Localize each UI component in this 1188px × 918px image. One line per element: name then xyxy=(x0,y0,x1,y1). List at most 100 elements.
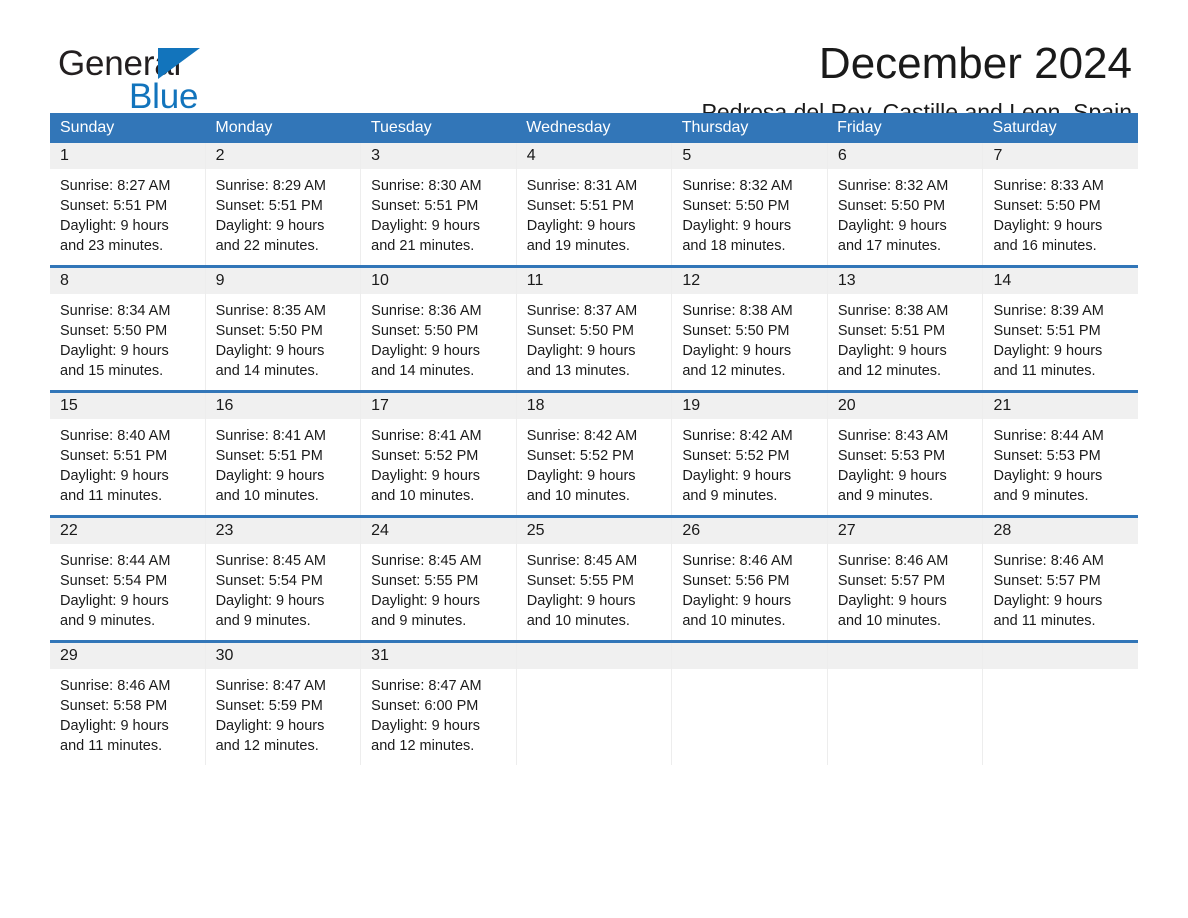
calendar-day-cell[interactable]: 16 Sunrise: 8:41 AM Sunset: 5:51 PM Dayligh… xyxy=(205,393,362,515)
calendar-day-cell[interactable]: 2 Sunrise: 8:29 AM Sunset: 5:51 PM Daylight… xyxy=(205,143,362,265)
day-number: 13 xyxy=(837,272,856,289)
sunrise-time: Sunrise: 8:44 AM xyxy=(993,428,1104,444)
daylight-duration-line2: and 19 minutes. xyxy=(526,238,630,254)
day-number-band: 1 xyxy=(50,143,205,169)
calendar-day-cell[interactable]: 5 Sunrise: 8:32 AM Sunset: 5:50 PM Daylight… xyxy=(672,143,828,265)
generalblue-logo[interactable]: General Blue xyxy=(58,46,288,116)
calendar-day-cell[interactable]: 6 Sunrise: 8:32 AM Sunset: 5:50 PM Daylight… xyxy=(827,143,984,265)
day-number-band: 6 xyxy=(827,143,983,169)
daylight-duration-line1: Daylight: 9 hours xyxy=(837,593,947,609)
day-number: 29 xyxy=(60,647,78,664)
calendar-day-cell[interactable]: 31 Sunrise: 8:47 AM Sunset: 6:00 PM Dayligh… xyxy=(361,643,517,765)
sunset-time: Sunset: 5:58 PM xyxy=(60,698,168,714)
daylight-duration-line1: Daylight: 9 hours xyxy=(60,718,169,734)
calendar-day-cell[interactable]: 10 Sunrise: 8:36 AM Sunset: 5:50 PM Dayligh… xyxy=(361,268,517,390)
calendar-day-cell[interactable]: 20 Sunrise: 8:43 AM Sunset: 5:53 PM Dayligh… xyxy=(827,393,984,515)
calendar-day-cell[interactable]: 3 Sunrise: 8:30 AM Sunset: 5:51 PM Daylight… xyxy=(361,143,517,265)
daylight-duration-line2: and 11 minutes. xyxy=(60,738,163,754)
day-number-band: 26 xyxy=(672,518,827,544)
calendar-day-cell[interactable]: 27 Sunrise: 8:46 AM Sunset: 5:57 PM Dayligh… xyxy=(827,518,984,640)
daylight-duration-line2: and 9 minutes. xyxy=(60,613,156,629)
daylight-duration-line2: and 21 minutes. xyxy=(371,238,475,254)
day-number: 1 xyxy=(60,147,69,164)
day-detail: Sunrise: 8:37 AM Sunset: 5:50 PM Daylight:… xyxy=(517,294,672,381)
sunrise-time: Sunrise: 8:36 AM xyxy=(371,303,482,319)
daylight-duration-line1: Daylight: 9 hours xyxy=(837,343,947,359)
daylight-duration-line2: and 9 minutes. xyxy=(682,488,778,504)
day-number: 24 xyxy=(371,522,389,539)
day-detail: Sunrise: 8:45 AM Sunset: 5:54 PM Daylight:… xyxy=(206,544,361,631)
day-detail: Sunrise: 8:27 AM Sunset: 5:51 PM Daylight:… xyxy=(50,169,205,256)
calendar-day-cell[interactable]: 30 Sunrise: 8:47 AM Sunset: 5:59 PM Dayligh… xyxy=(205,643,362,765)
day-number: 25 xyxy=(526,522,545,539)
page-title: December 2024 xyxy=(818,39,1132,88)
day-number-band: 27 xyxy=(827,518,983,544)
calendar-day-cell[interactable]: 24 Sunrise: 8:45 AM Sunset: 5:55 PM Dayligh… xyxy=(361,518,517,640)
calendar-day-cell[interactable]: 28 Sunrise: 8:46 AM Sunset: 5:57 PM Dayligh… xyxy=(983,518,1139,640)
calendar-day-cell[interactable]: 21 Sunrise: 8:44 AM Sunset: 5:53 PM Dayligh… xyxy=(983,393,1139,515)
sunrise-time: Sunrise: 8:33 AM xyxy=(993,178,1104,194)
weekday-header-wednesday: Wednesday xyxy=(526,119,611,136)
sunset-time: Sunset: 5:51 PM xyxy=(60,448,168,464)
calendar-grid: Sunday Monday Tuesday Wednesday Thursday… xyxy=(50,113,1139,765)
day-number-band: 22 xyxy=(50,518,205,544)
day-number-band xyxy=(983,643,1139,669)
triangle-flag-icon xyxy=(158,48,200,79)
day-number: 15 xyxy=(60,397,78,414)
sunrise-time: Sunrise: 8:32 AM xyxy=(837,178,949,194)
sunset-time: Sunset: 5:52 PM xyxy=(371,448,479,464)
calendar-day-cell[interactable]: 12 Sunrise: 8:38 AM Sunset: 5:50 PM Dayligh… xyxy=(672,268,828,390)
calendar-day-cell[interactable]: 1 Sunrise: 8:27 AM Sunset: 5:51 PM Daylight… xyxy=(50,143,206,265)
calendar-day-cell[interactable]: 14 Sunrise: 8:39 AM Sunset: 5:51 PM Dayligh… xyxy=(983,268,1139,390)
calendar-day-cell[interactable]: 26 Sunrise: 8:46 AM Sunset: 5:56 PM Dayligh… xyxy=(672,518,828,640)
calendar-week-row: 8 Sunrise: 8:34 AM Sunset: 5:50 PM Daylight… xyxy=(50,265,1139,390)
daylight-duration-line1: Daylight: 9 hours xyxy=(837,218,947,234)
calendar-day-cell[interactable]: 17 Sunrise: 8:41 AM Sunset: 5:52 PM Dayligh… xyxy=(361,393,517,515)
daylight-duration-line2: and 11 minutes. xyxy=(993,613,1096,629)
sunrise-time: Sunrise: 8:46 AM xyxy=(837,553,949,569)
calendar-day-cell[interactable]: 4 Sunrise: 8:31 AM Sunset: 5:51 PM Daylight… xyxy=(516,143,673,265)
daylight-duration-line1: Daylight: 9 hours xyxy=(993,218,1103,234)
day-number: 4 xyxy=(526,147,536,164)
sunrise-time: Sunrise: 8:44 AM xyxy=(60,553,171,569)
sunset-time: Sunset: 5:50 PM xyxy=(682,198,790,214)
calendar-day-cell[interactable]: 23 Sunrise: 8:45 AM Sunset: 5:54 PM Dayligh… xyxy=(205,518,362,640)
sunset-time: Sunset: 5:50 PM xyxy=(526,323,634,339)
page-masthead: General Blue December 2024 Pedrosa del R… xyxy=(50,0,1138,125)
calendar-day-cell[interactable]: 25 Sunrise: 8:45 AM Sunset: 5:55 PM Dayligh… xyxy=(516,518,673,640)
sunset-time: Sunset: 5:50 PM xyxy=(215,323,323,339)
daylight-duration-line2: and 10 minutes. xyxy=(371,488,475,504)
sunset-time: Sunset: 5:53 PM xyxy=(993,448,1101,464)
daylight-duration-line2: and 12 minutes. xyxy=(215,738,319,754)
sunset-time: Sunset: 5:50 PM xyxy=(682,323,790,339)
calendar-day-cell[interactable]: 19 Sunrise: 8:42 AM Sunset: 5:52 PM Dayligh… xyxy=(672,393,828,515)
daylight-duration-line2: and 10 minutes. xyxy=(526,613,630,629)
day-detail: Sunrise: 8:38 AM Sunset: 5:51 PM Daylight:… xyxy=(828,294,983,381)
calendar-week-row: 29 Sunrise: 8:46 AM Sunset: 5:58 PM Dayligh… xyxy=(50,640,1139,765)
calendar-day-cell[interactable]: 18 Sunrise: 8:42 AM Sunset: 5:52 PM Dayligh… xyxy=(516,393,673,515)
day-number-band: 13 xyxy=(827,268,983,294)
day-detail: Sunrise: 8:44 AM Sunset: 5:54 PM Daylight:… xyxy=(50,544,205,631)
calendar-day-cell[interactable]: 15 Sunrise: 8:40 AM Sunset: 5:51 PM Dayligh… xyxy=(50,393,206,515)
daylight-duration-line2: and 22 minutes. xyxy=(215,238,319,254)
calendar-day-cell[interactable]: 11 Sunrise: 8:37 AM Sunset: 5:50 PM Dayligh… xyxy=(516,268,673,390)
day-number: 12 xyxy=(682,272,701,289)
sunset-time: Sunset: 5:51 PM xyxy=(993,323,1101,339)
calendar-day-cell[interactable]: 8 Sunrise: 8:34 AM Sunset: 5:50 PM Daylight… xyxy=(50,268,206,390)
sunrise-time: Sunrise: 8:34 AM xyxy=(60,303,171,319)
day-number: 16 xyxy=(215,397,234,414)
calendar-day-cell[interactable]: 22 Sunrise: 8:44 AM Sunset: 5:54 PM Dayligh… xyxy=(50,518,206,640)
calendar-day-cell[interactable]: 29 Sunrise: 8:46 AM Sunset: 5:58 PM Dayligh… xyxy=(50,643,206,765)
daylight-duration-line2: and 10 minutes. xyxy=(682,613,786,629)
day-number-band: 29 xyxy=(50,643,205,669)
day-detail: Sunrise: 8:40 AM Sunset: 5:51 PM Daylight:… xyxy=(50,419,205,506)
calendar-day-cell[interactable]: 9 Sunrise: 8:35 AM Sunset: 5:50 PM Daylight… xyxy=(205,268,362,390)
daylight-duration-line1: Daylight: 9 hours xyxy=(60,468,169,484)
calendar-day-cell[interactable]: 13 Sunrise: 8:38 AM Sunset: 5:51 PM Dayligh… xyxy=(827,268,984,390)
daylight-duration-line1: Daylight: 9 hours xyxy=(371,343,480,359)
calendar-day-cell[interactable]: 7 Sunrise: 8:33 AM Sunset: 5:50 PM Daylight… xyxy=(983,143,1139,265)
daylight-duration-line2: and 11 minutes. xyxy=(60,488,163,504)
day-number-band: 3 xyxy=(361,143,516,169)
sunrise-time: Sunrise: 8:45 AM xyxy=(371,553,482,569)
day-detail: Sunrise: 8:42 AM Sunset: 5:52 PM Daylight:… xyxy=(517,419,672,506)
